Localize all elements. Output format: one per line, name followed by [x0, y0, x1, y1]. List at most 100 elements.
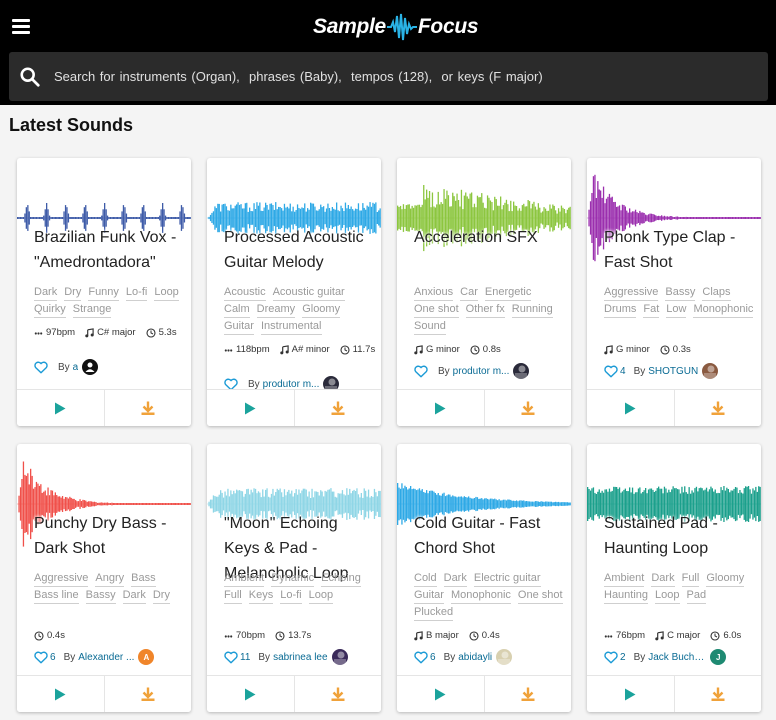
sound-title[interactable]: Sustained Pad - Haunting Loop [604, 511, 756, 561]
author-link[interactable]: produtor m... [453, 366, 510, 377]
tag[interactable]: Guitar [414, 588, 444, 604]
tag[interactable]: Other fx [465, 302, 505, 318]
tag[interactable]: Echoing [321, 571, 361, 587]
avatar[interactable] [496, 649, 513, 665]
logo[interactable]: Sample Focus [313, 10, 479, 44]
avatar[interactable] [331, 649, 348, 665]
tag[interactable]: Lo-fi [280, 588, 302, 604]
play-button[interactable] [587, 390, 674, 426]
avatar[interactable] [82, 359, 99, 375]
tag[interactable]: Drums [604, 302, 637, 318]
tag[interactable]: Plucked [414, 605, 454, 621]
tag[interactable]: Ambient [224, 571, 265, 587]
author-link[interactable]: Alexander ... [78, 652, 134, 663]
tag[interactable]: Dry [64, 285, 82, 301]
heart-icon[interactable] [34, 651, 48, 664]
search-icon[interactable] [19, 66, 41, 88]
avatar[interactable] [702, 363, 719, 379]
download-button[interactable] [103, 676, 192, 712]
download-button[interactable] [103, 390, 192, 426]
tag[interactable]: Loop [154, 285, 179, 301]
tag[interactable]: Funny [88, 285, 119, 301]
tag[interactable]: Aggressive [604, 285, 659, 301]
download-button[interactable] [293, 676, 382, 712]
sound-title[interactable]: Punchy Dry Bass - Dark Shot [34, 511, 186, 561]
tag[interactable]: Strange [72, 302, 112, 318]
waveform-icon[interactable] [397, 158, 571, 268]
sound-card[interactable]: Cold Guitar - Fast Chord Shot Cold Dark Ele… [397, 444, 571, 712]
tag[interactable]: Energetic [484, 285, 532, 301]
tag[interactable]: Quirky [34, 302, 66, 318]
author-link[interactable]: abidayli [458, 652, 492, 663]
tag[interactable]: Anxious [414, 285, 454, 301]
author-link[interactable]: Jack Bucho... [648, 652, 706, 663]
tag[interactable]: Full [224, 588, 242, 604]
heart-icon[interactable] [34, 361, 48, 374]
tag[interactable]: Keys [248, 588, 274, 604]
tag[interactable]: Guitar [224, 319, 254, 335]
play-button[interactable] [17, 676, 104, 712]
tag[interactable]: Dry [152, 588, 170, 604]
tag[interactable]: Lo-fi [125, 285, 148, 301]
heart-icon[interactable] [414, 365, 428, 378]
tag[interactable]: Acoustic guitar [272, 285, 345, 301]
tag[interactable]: Gloomy [302, 302, 341, 318]
tag[interactable]: Bassy [665, 285, 696, 301]
sound-card[interactable]: Brazilian Funk Vox - "Amedrontadora" Dark… [17, 158, 191, 426]
tag[interactable]: Sound [414, 319, 446, 335]
tag[interactable]: Dark [443, 571, 467, 587]
tag[interactable]: Dreamy [256, 302, 296, 318]
tag[interactable]: Ambient [604, 571, 645, 587]
tag[interactable]: Bass line [34, 588, 79, 604]
tag[interactable]: Full [681, 571, 700, 587]
tag[interactable]: Gloomy [706, 571, 745, 587]
avatar[interactable]: A [138, 649, 155, 665]
tag[interactable]: Low [666, 302, 687, 318]
play-button[interactable] [397, 390, 484, 426]
sound-card[interactable]: "Moon" Echoing Keys & Pad - Melancholic … [207, 444, 381, 712]
tag[interactable]: Running [511, 302, 553, 318]
tag[interactable]: Dark [651, 571, 675, 587]
avatar[interactable] [513, 363, 530, 379]
play-button[interactable] [207, 390, 294, 426]
sound-title[interactable]: Cold Guitar - Fast Chord Shot [414, 511, 566, 561]
heart-icon[interactable] [604, 651, 618, 664]
tag[interactable]: Fat [643, 302, 660, 318]
tag[interactable]: Angry [95, 571, 125, 587]
sound-card[interactable]: Punchy Dry Bass - Dark Shot Aggressive Ang… [17, 444, 191, 712]
tag[interactable]: Electric guitar [473, 571, 541, 587]
sound-card[interactable]: Phonk Type Clap - Fast Shot Aggressive Bas… [587, 158, 761, 426]
play-button[interactable] [587, 676, 674, 712]
tag[interactable]: One shot [517, 588, 563, 604]
tag[interactable]: Bassy [85, 588, 116, 604]
author-link[interactable]: sabrinea lee [273, 652, 327, 663]
author-link[interactable]: a [73, 362, 79, 373]
sound-card[interactable]: Sustained Pad - Haunting Loop Ambient Dark… [587, 444, 761, 712]
tag[interactable]: Bass [131, 571, 156, 587]
play-button[interactable] [17, 390, 104, 426]
tag[interactable]: Monophonic [693, 302, 754, 318]
download-button[interactable] [673, 676, 762, 712]
tag[interactable]: Car [460, 285, 478, 301]
download-button[interactable] [673, 390, 762, 426]
tag[interactable]: Monophonic [450, 588, 511, 604]
menu-icon[interactable] [12, 17, 30, 35]
tag[interactable]: Dynamic [271, 571, 315, 587]
tag[interactable]: Haunting [604, 588, 649, 604]
play-button[interactable] [207, 676, 294, 712]
tag[interactable]: Loop [308, 588, 334, 604]
sound-title[interactable]: Processed Acoustic Guitar Melody [224, 225, 376, 275]
search-input[interactable] [54, 52, 754, 101]
play-button[interactable] [397, 676, 484, 712]
tag[interactable]: Dark [34, 285, 58, 301]
author-link[interactable]: produtor m... [263, 379, 320, 390]
tag[interactable]: Cold [414, 571, 437, 587]
tag[interactable]: Instrumental [260, 319, 322, 335]
sound-title[interactable]: Acceleration SFX [414, 225, 566, 250]
tag[interactable]: One shot [414, 302, 459, 318]
author-link[interactable]: SHOTGUN [648, 366, 698, 377]
sound-card[interactable]: Acceleration SFX Anxious Car Energetic One s… [397, 158, 571, 426]
download-button[interactable] [483, 390, 572, 426]
download-button[interactable] [483, 676, 572, 712]
tag[interactable]: Loop [655, 588, 680, 604]
